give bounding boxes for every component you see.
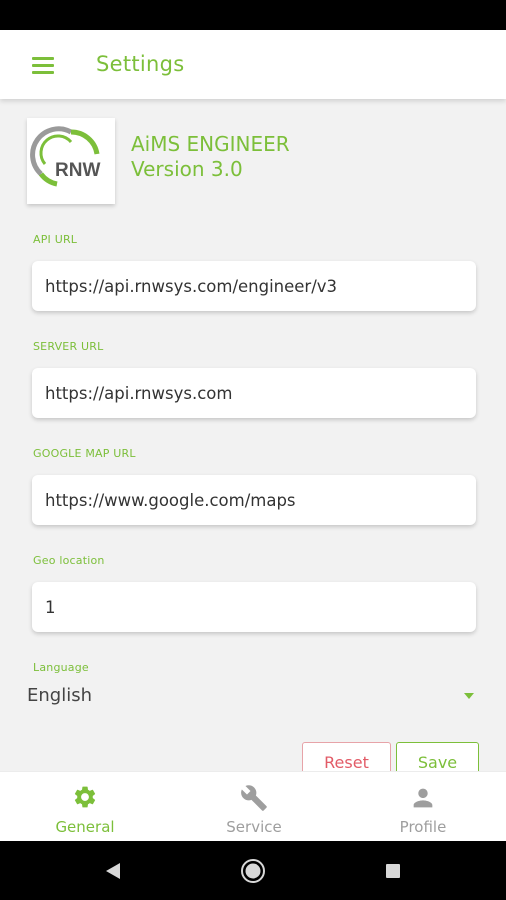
- save-button[interactable]: Save: [396, 742, 479, 771]
- rnw-logo-icon: RNW: [30, 126, 100, 187]
- google-map-url-input[interactable]: [32, 475, 476, 525]
- server-url-label: SERVER URL: [33, 340, 104, 353]
- bottom-navigation: General Service Profile: [0, 771, 506, 841]
- back-triangle-icon: [106, 863, 120, 879]
- reset-button[interactable]: Reset: [302, 742, 391, 771]
- server-url-field[interactable]: [32, 368, 476, 418]
- wrench-icon: [241, 785, 267, 811]
- recents-button[interactable]: [363, 841, 423, 900]
- api-url-label: API URL: [33, 233, 78, 246]
- dropdown-arrow-icon[interactable]: [464, 693, 474, 699]
- system-navigation-bar: [0, 841, 506, 900]
- nav-service[interactable]: Service: [170, 772, 338, 842]
- recents-square-icon: [386, 864, 400, 878]
- app-version: Version 3.0: [131, 157, 243, 181]
- app-bar: Settings: [0, 30, 506, 99]
- settings-content[interactable]: RNW AiMS ENGINEER Version 3.0 API URL SE…: [0, 99, 506, 771]
- page-title: Settings: [96, 52, 185, 76]
- geo-location-label: Geo location: [33, 554, 105, 567]
- back-button[interactable]: [83, 841, 143, 900]
- api-url-input[interactable]: [32, 261, 476, 311]
- nav-general[interactable]: General: [1, 772, 169, 842]
- nav-general-label: General: [55, 818, 115, 836]
- home-button[interactable]: [223, 841, 283, 900]
- nav-profile-label: Profile: [399, 818, 447, 836]
- menu-icon[interactable]: [32, 57, 54, 74]
- api-url-field[interactable]: [32, 261, 476, 311]
- google-map-url-label: GOOGLE MAP URL: [33, 447, 136, 460]
- google-map-url-field[interactable]: [32, 475, 476, 525]
- status-bar: [0, 0, 506, 30]
- person-icon: [413, 788, 433, 808]
- server-url-input[interactable]: [32, 368, 476, 418]
- geo-location-input[interactable]: [32, 582, 476, 632]
- language-label: Language: [33, 661, 89, 674]
- nav-service-label: Service: [226, 818, 282, 836]
- gear-icon: [74, 786, 96, 808]
- geo-location-field[interactable]: [32, 582, 476, 632]
- app-name: AiMS ENGINEER: [131, 132, 290, 156]
- nav-profile[interactable]: Profile: [339, 772, 506, 842]
- language-select[interactable]: English: [27, 685, 92, 706]
- logo-text: RNW: [55, 160, 100, 181]
- home-circle-icon: [241, 859, 265, 883]
- app-logo: RNW: [27, 118, 115, 204]
